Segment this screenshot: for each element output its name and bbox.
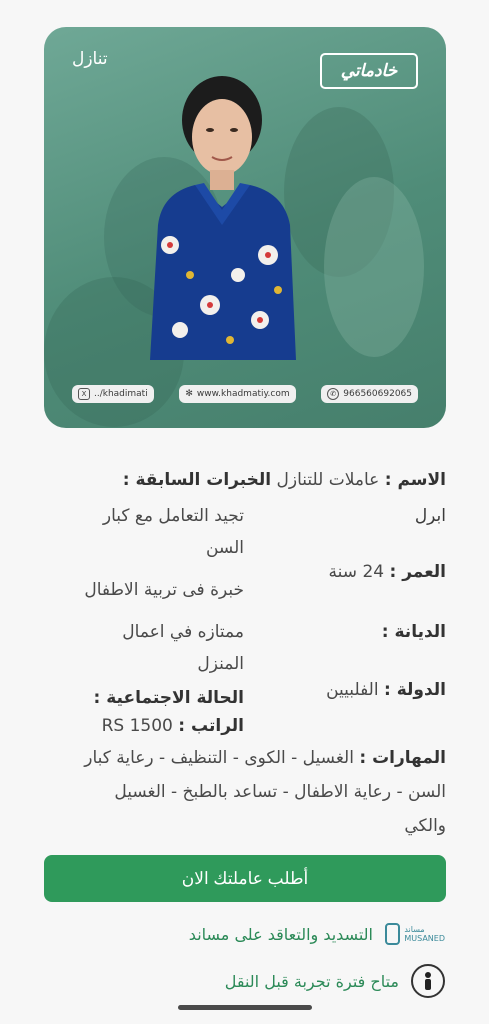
skills-line3: والكي — [404, 816, 446, 836]
skills-label: المهارات : — [359, 748, 446, 768]
skills-line1: الغسيل - الكوى - التنظيف - رعاية كبار — [84, 748, 354, 768]
musaned-logo-text: مساند MUSANED — [404, 925, 445, 943]
experience-1b: السن — [205, 538, 244, 558]
skills-row: المهارات : الغسيل - الكوى - التنظيف - رع… — [84, 748, 446, 768]
trial-text: متاح فترة تجربة قبل النقل — [224, 971, 399, 991]
experience-3b: المنزل — [197, 654, 244, 674]
accessibility-icon — [411, 964, 445, 998]
age-row: العمر : 24 سنة — [329, 562, 446, 582]
experience-2: خبرة فى تربية الاطفال — [84, 580, 244, 600]
country-label: الدولة : — [383, 680, 446, 700]
musaned-logo-arabic: مساند — [404, 925, 425, 934]
religion-label: الديانة : — [381, 622, 446, 642]
age-value: 24 سنة — [328, 562, 385, 582]
country-row: الدولة : الفلبيين — [326, 680, 446, 700]
experience-1a: تجيد التعامل مع كبار — [102, 506, 244, 526]
name-label: الاسم : — [384, 470, 446, 490]
age-label: العمر : — [389, 562, 447, 582]
musaned-logo: مساند MUSANED — [385, 920, 445, 948]
musaned-logo-latin: MUSANED — [404, 934, 445, 943]
musaned-icon — [385, 923, 401, 945]
salary-value: RS 1500 — [101, 716, 173, 736]
name-row: الاسم : عاملات للتنازل الخبرات السابقة : — [123, 470, 446, 490]
name-value: عاملات للتنازل — [276, 470, 380, 490]
home-indicator[interactable] — [178, 1005, 312, 1010]
country-value: الفلبيين — [326, 680, 379, 700]
experience-label: الخبرات السابقة : — [122, 470, 272, 490]
musaned-row[interactable]: مساند MUSANED التسديد والتعاقد على مساند — [189, 920, 445, 948]
name-value-line2: ابرل — [414, 506, 446, 526]
salary-label: الراتب : — [178, 716, 244, 736]
experience-3a: ممتازه في اعمال — [122, 622, 244, 642]
marital-label: الحالة الاجتماعية : — [93, 688, 245, 708]
musaned-text: التسديد والتعاقد على مساند — [188, 924, 373, 944]
salary-row: الراتب : RS 1500 — [102, 716, 244, 736]
order-worker-button[interactable]: أطلب عاملتك الان — [44, 855, 446, 902]
trial-row[interactable]: متاح فترة تجربة قبل النقل — [225, 964, 445, 998]
skills-line2: السن - رعاية الاطفال - تساعد بالطبخ - ال… — [114, 782, 446, 802]
